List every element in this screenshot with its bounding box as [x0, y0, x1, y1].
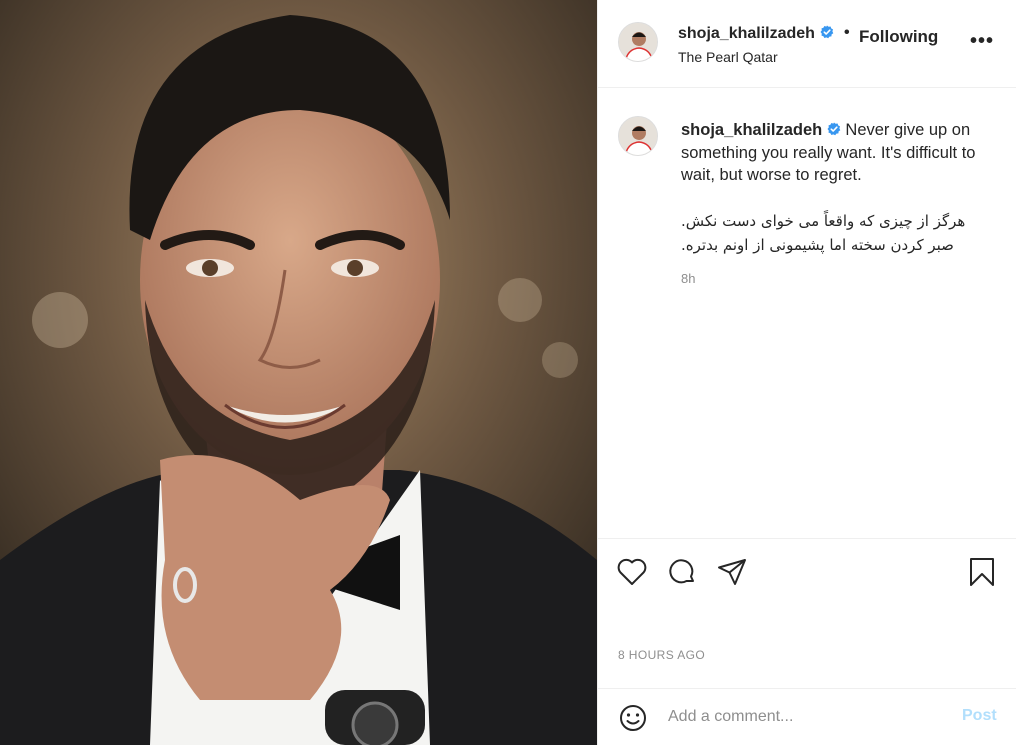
- caption-text-persian: هرگز از چیزی که واقعاً می خوای دست نکش. …: [681, 209, 991, 257]
- post-comment-button[interactable]: Post: [962, 707, 997, 725]
- emoji-icon: [620, 705, 646, 731]
- portrait-photo: [0, 0, 597, 745]
- verified-badge-icon: [827, 121, 846, 139]
- post-caption: shoja_khalilzadeh Never give up on somet…: [681, 119, 991, 257]
- bookmark-icon: [970, 558, 994, 586]
- caption-author-avatar[interactable]: [618, 116, 658, 156]
- post-details-panel: shoja_khalilzadeh • Following The Pearl …: [597, 0, 1016, 745]
- caption-persian-line-2: صبر کردن سخته اما پشیمونی از اونم بدتره.: [681, 235, 954, 254]
- like-button[interactable]: [616, 556, 648, 588]
- share-button[interactable]: [716, 556, 748, 588]
- post-header: shoja_khalilzadeh • Following The Pearl …: [598, 0, 1016, 88]
- save-button[interactable]: [966, 556, 998, 588]
- post-actions: 8 HOURS AGO: [598, 538, 1016, 688]
- follow-separator: •: [844, 24, 850, 41]
- caption-section: shoja_khalilzadeh Never give up on somet…: [598, 88, 1016, 538]
- verified-badge-icon: [820, 25, 834, 43]
- post-location[interactable]: The Pearl Qatar: [678, 49, 778, 65]
- author-avatar[interactable]: [618, 22, 658, 62]
- post-timestamp[interactable]: 8 HOURS AGO: [618, 648, 705, 662]
- comment-input[interactable]: [668, 705, 948, 729]
- caption-age[interactable]: 8h: [681, 271, 695, 286]
- share-icon: [718, 559, 746, 585]
- comment-icon: [669, 559, 694, 584]
- author-username[interactable]: shoja_khalilzadeh: [678, 25, 815, 43]
- caption-persian-line-1: هرگز از چیزی که واقعاً می خوای دست نکش.: [681, 211, 966, 230]
- heart-icon: [617, 558, 647, 585]
- following-button[interactable]: Following: [859, 27, 938, 47]
- more-options-icon[interactable]: •••: [970, 30, 994, 53]
- caption-username[interactable]: shoja_khalilzadeh: [681, 121, 822, 139]
- post-image[interactable]: [0, 0, 597, 745]
- emoji-button[interactable]: [618, 703, 648, 733]
- comment-button[interactable]: [666, 556, 698, 588]
- comment-form: Post: [598, 688, 1016, 745]
